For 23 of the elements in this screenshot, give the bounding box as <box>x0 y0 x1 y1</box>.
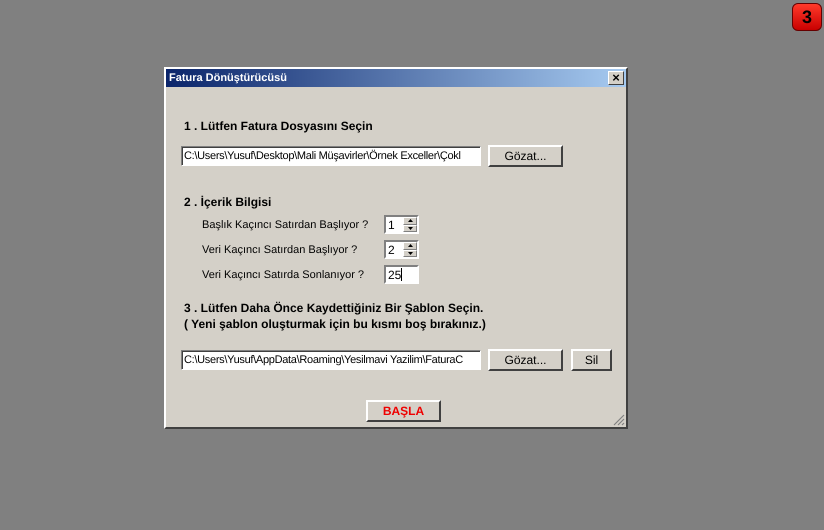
section-heading: 1 . Lütfen Fatura Dosyasını Seçin <box>184 119 374 133</box>
browse-button[interactable]: Gözat... <box>488 349 563 371</box>
spinner-value: 1 <box>387 218 395 232</box>
number-spinner[interactable]: 1 <box>384 215 419 234</box>
close-button[interactable]: × <box>608 71 624 85</box>
number-spinner[interactable]: 2 <box>384 240 419 259</box>
section-note: ( Yeni şablon oluşturmak için bu kısmı boş bırakınız.) <box>184 317 487 331</box>
field-label: Veri Kaçıncı Satırdan Başlıyor ? <box>202 244 358 256</box>
browse-button[interactable]: Gözat... <box>488 145 563 167</box>
delete-button[interactable]: Sil <box>571 349 612 371</box>
template-path-field[interactable]: C:\Users\Yusuf\AppData\Roaming\Yesilmavi Yazilim\FaturaC <box>181 350 481 370</box>
resize-grip-icon[interactable] <box>613 414 625 426</box>
section-heading: 3 . Lütfen Daha Önce Kaydettiğiniz Bir Şablon Seçin. <box>184 301 484 315</box>
number-field[interactable]: 25 <box>384 265 419 284</box>
spin-arrows-icon[interactable] <box>403 217 417 232</box>
spin-arrows-icon[interactable] <box>403 242 417 257</box>
file-path-field[interactable]: C:\Users\Yusuf\Desktop\Mali Müşavirler\Örnek Exceller\Çokl <box>181 146 481 166</box>
notification-badge: 3 <box>792 3 822 31</box>
field-label: Başlık Kaçıncı Satırdan Başlıyor ? <box>202 218 370 230</box>
spinner-value: 2 <box>387 242 395 256</box>
section-heading: 2 . İçerik Bilgisi <box>184 195 272 209</box>
field-label: Veri Kaçıncı Satırda Sonlanıyor ? <box>202 268 366 280</box>
window-title: Fatura Dönüştürücüsü <box>169 72 287 84</box>
